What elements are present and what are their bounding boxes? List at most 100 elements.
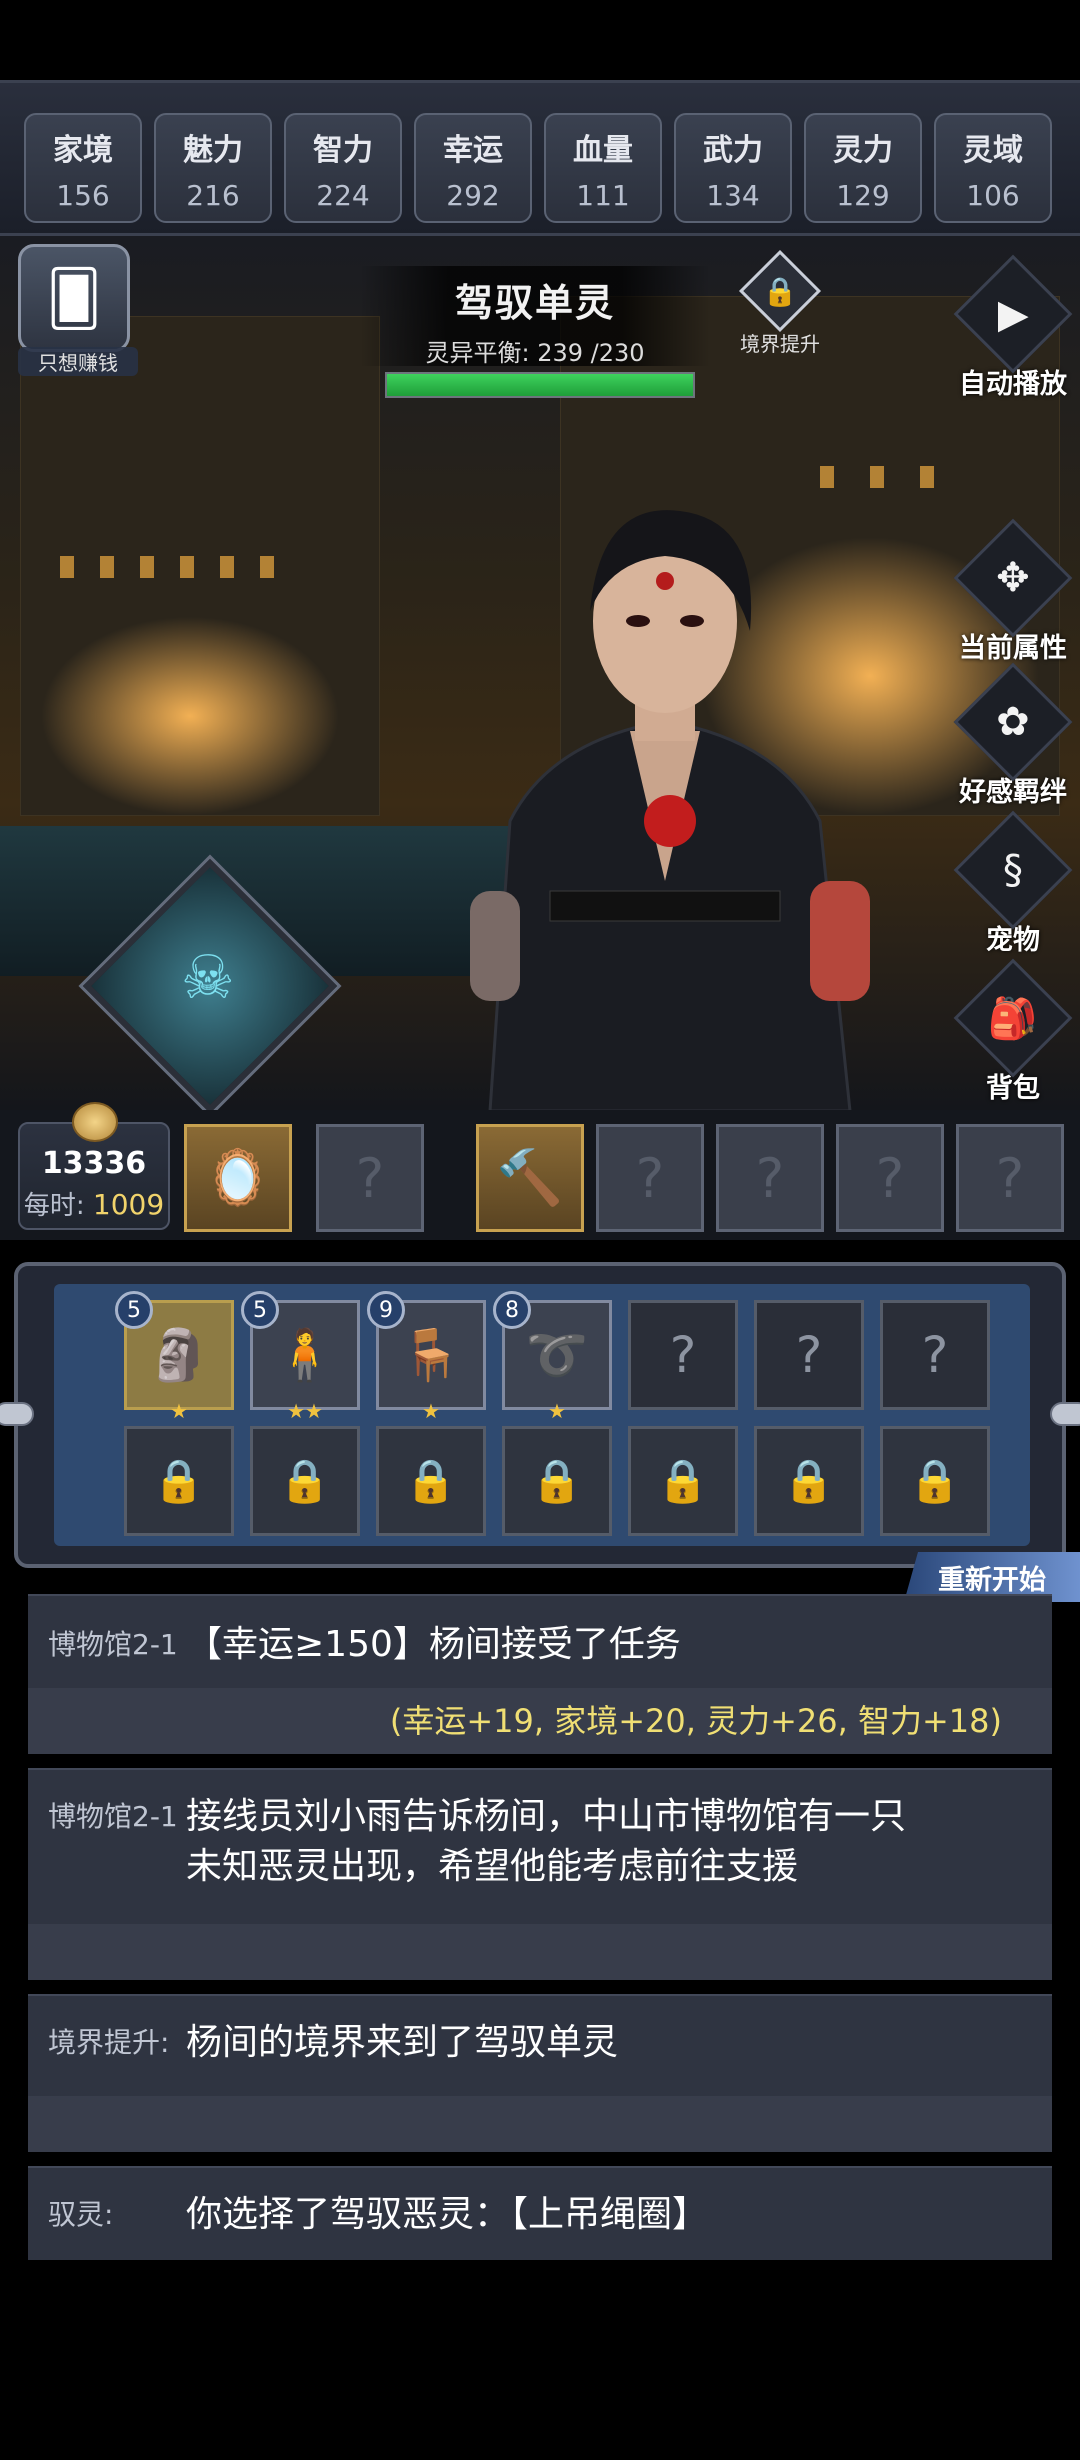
lock-icon: 🔒 bbox=[656, 1456, 710, 1505]
equip-slot-card[interactable]: 🪞 bbox=[184, 1124, 292, 1232]
ghost-slot-empty[interactable]: ? bbox=[754, 1300, 864, 1410]
question-icon: ? bbox=[669, 1326, 697, 1384]
cards-icon: 🂠 bbox=[18, 244, 130, 352]
stone-head-icon: 🗿 bbox=[147, 1325, 211, 1384]
backpack-icon: 🎒 bbox=[953, 958, 1073, 1078]
lock-icon: 🔒 bbox=[738, 249, 822, 333]
log-entry: 博物馆2-1 【幸运≥150】杨间接受了任务 (幸运+19, 家境+20, 灵力… bbox=[28, 1594, 1052, 1754]
attributes-button[interactable]: ✥ 当前属性 bbox=[948, 518, 1078, 665]
stat-intelligence[interactable]: 智力 224 bbox=[284, 113, 402, 223]
question-icon: ? bbox=[875, 1146, 905, 1210]
stat-hp[interactable]: 血量 111 bbox=[544, 113, 662, 223]
stat-family[interactable]: 家境 156 bbox=[24, 113, 142, 223]
coin-rate: 每时: 1009 bbox=[20, 1185, 168, 1222]
scene-background: 🂠 只想赚钱 驾驭单灵 灵异平衡: 239 /230 🔒 境界提升 ▶ 自动播放… bbox=[0, 236, 1080, 1110]
stats-bar: 家境 156 魅力 216 智力 224 幸运 292 血量 111 武力 134 灵力 12… bbox=[0, 80, 1080, 236]
earn-money-button[interactable]: 🂠 只想赚钱 bbox=[18, 244, 138, 376]
equip-slot-empty[interactable]: ? bbox=[316, 1124, 424, 1232]
equip-slot-empty[interactable]: ? bbox=[596, 1124, 704, 1232]
log-entry: 驭灵: 你选择了驾驭恶灵：【上吊绳圈】 bbox=[28, 2166, 1052, 2260]
star-rating: ★ bbox=[170, 1399, 188, 1423]
log-text-line: 未知恶灵出现，希望他能考虑前往支援 bbox=[186, 1846, 799, 1887]
realm-upgrade-button[interactable]: 🔒 境界提升 bbox=[735, 249, 825, 357]
question-icon: ? bbox=[635, 1146, 665, 1210]
ghost-slot[interactable]: 8 ➰ ★ bbox=[493, 1291, 612, 1423]
stat-spirit[interactable]: 灵力 129 bbox=[804, 113, 922, 223]
realm-title: 驾驭单灵 bbox=[454, 281, 615, 325]
log-text: 你选择了驾驭恶灵：【上吊绳圈】 bbox=[186, 2194, 709, 2235]
affinity-button[interactable]: ✿ 好感羁绊 bbox=[948, 662, 1078, 809]
panel-pin bbox=[0, 1402, 34, 1426]
stat-charm[interactable]: 魅力 216 bbox=[154, 113, 272, 223]
ghost-inventory-panel: 5 🗿 ★ 5 🧍 ★★ 9 🪑 ★ 8 ➰ ★ ? ? ? 🔒 🔒 🔒 🔒 🔒… bbox=[0, 1262, 1080, 1568]
question-icon: ? bbox=[921, 1326, 949, 1384]
panel-pin bbox=[1050, 1402, 1080, 1426]
coin-rate-value: 1009 bbox=[92, 1188, 165, 1221]
ghost-slot-locked[interactable]: 🔒 bbox=[250, 1426, 360, 1536]
log-tag: 博物馆2-1 bbox=[48, 1628, 178, 1661]
window bbox=[260, 556, 274, 578]
inventory-grid: 5 🗿 ★ 5 🧍 ★★ 9 🪑 ★ 8 ➰ ★ ? ? ? 🔒 🔒 🔒 🔒 🔒… bbox=[54, 1284, 1030, 1546]
stat-domain[interactable]: 灵域 106 bbox=[934, 113, 1052, 223]
stat-value: 292 bbox=[446, 178, 500, 212]
equip-slot-empty[interactable]: ? bbox=[956, 1124, 1064, 1232]
stat-value: 134 bbox=[706, 178, 760, 212]
log-tag: 驭灵: bbox=[48, 2198, 114, 2231]
star-rating: ★ bbox=[422, 1399, 440, 1423]
equip-slot-empty[interactable]: ? bbox=[836, 1124, 944, 1232]
lock-icon: 🔒 bbox=[782, 1456, 836, 1505]
balance-bar bbox=[385, 372, 695, 398]
stat-luck[interactable]: 幸运 292 bbox=[414, 113, 532, 223]
ghost-slot[interactable]: 5 🗿 ★ bbox=[115, 1291, 234, 1423]
stat-label: 灵域 bbox=[963, 132, 1023, 168]
window bbox=[920, 466, 934, 488]
earn-money-label: 只想赚钱 bbox=[18, 347, 138, 376]
lock-icon: 🔒 bbox=[152, 1456, 206, 1505]
pet-button[interactable]: § 宠物 bbox=[948, 810, 1078, 957]
window bbox=[100, 556, 114, 578]
swirl-icon: § bbox=[953, 810, 1073, 930]
stat-value: 129 bbox=[836, 178, 890, 212]
ghost-slot-locked[interactable]: 🔒 bbox=[628, 1426, 738, 1536]
question-icon: ? bbox=[355, 1146, 385, 1210]
ghost-slot-locked[interactable]: 🔒 bbox=[376, 1426, 486, 1536]
balance-bar-fill bbox=[387, 374, 693, 396]
ghost-slot-locked[interactable]: 🔒 bbox=[124, 1426, 234, 1536]
chair-icon: 🪑 bbox=[399, 1325, 463, 1384]
lock-icon: 🔒 bbox=[530, 1456, 584, 1505]
stat-label: 魅力 bbox=[183, 132, 243, 168]
rope-icon: ➰ bbox=[525, 1325, 589, 1384]
equip-slot-empty[interactable]: ? bbox=[716, 1124, 824, 1232]
ghost-slot-empty[interactable]: ? bbox=[880, 1300, 990, 1410]
log-entry: 境界提升: 杨间的境界来到了驾驭单灵 bbox=[28, 1994, 1052, 2152]
ghost-slot[interactable]: 5 🧍 ★★ bbox=[241, 1291, 360, 1423]
ghost-slot-locked[interactable]: 🔒 bbox=[880, 1426, 990, 1536]
spirit-balance-value: 239 /230 bbox=[537, 339, 645, 367]
flower-icon: ✿ bbox=[953, 662, 1073, 782]
hammer-icon: 🔨 bbox=[496, 1146, 564, 1209]
ghost-slot-locked[interactable]: 🔒 bbox=[754, 1426, 864, 1536]
mirror-card-icon: 🪞 bbox=[204, 1146, 272, 1209]
star-rating: ★ bbox=[548, 1399, 566, 1423]
coin-amount: 13336 bbox=[41, 1146, 147, 1181]
stat-value: 156 bbox=[56, 178, 110, 212]
coin-rate-label: 每时: bbox=[23, 1191, 85, 1221]
lock-icon: 🔒 bbox=[278, 1456, 332, 1505]
ghost-slot[interactable]: 9 🪑 ★ bbox=[367, 1291, 486, 1423]
log-text-line: 接线员刘小雨告诉杨间，中山市博物馆有一只 bbox=[186, 1796, 907, 1837]
coin-panel: 13336 每时: 1009 bbox=[18, 1102, 170, 1230]
equip-slot-hammer[interactable]: 🔨 bbox=[476, 1124, 584, 1232]
ghost-pet-icon: ☠ bbox=[180, 943, 235, 1014]
stat-force[interactable]: 武力 134 bbox=[674, 113, 792, 223]
stat-label: 武力 bbox=[703, 132, 763, 168]
level-badge: 5 bbox=[115, 1291, 153, 1329]
stat-value: 106 bbox=[966, 178, 1020, 212]
ghost-slot-empty[interactable]: ? bbox=[628, 1300, 738, 1410]
auto-play-button[interactable]: ▶ 自动播放 bbox=[948, 254, 1078, 401]
question-icon: ? bbox=[995, 1146, 1025, 1210]
backpack-button[interactable]: 🎒 背包 bbox=[948, 958, 1078, 1105]
lock-icon: 🔒 bbox=[404, 1456, 458, 1505]
log-footer bbox=[28, 1924, 1052, 1980]
stat-value: 224 bbox=[316, 178, 370, 212]
ghost-slot-locked[interactable]: 🔒 bbox=[502, 1426, 612, 1536]
